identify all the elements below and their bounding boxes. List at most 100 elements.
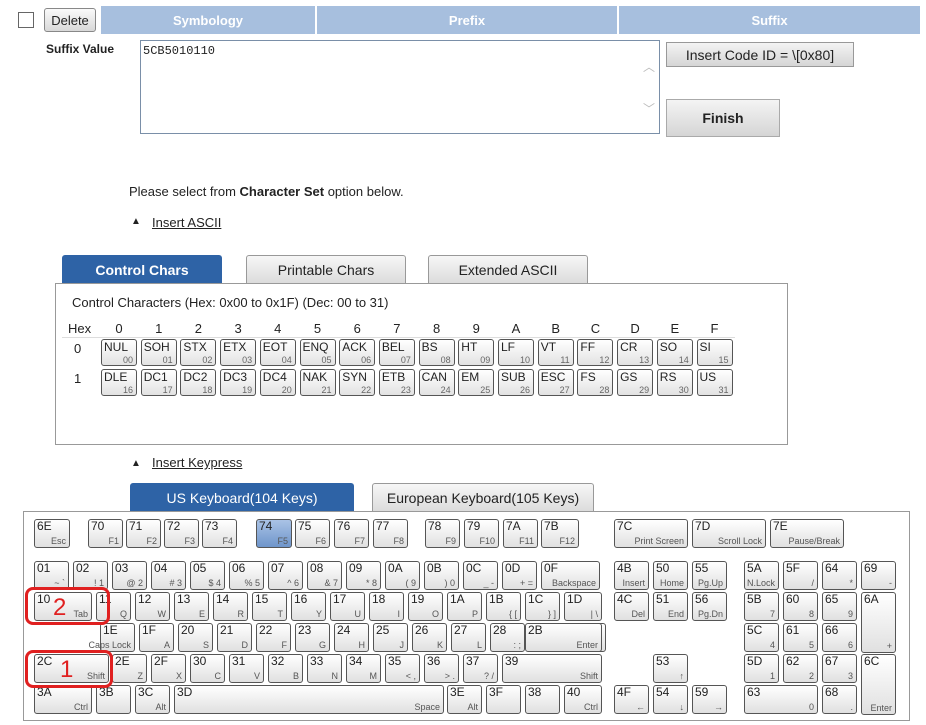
suffix-value-input[interactable]: 5CB5010110: [140, 40, 660, 134]
control-char-button[interactable]: VT 11: [537, 339, 574, 366]
control-char-button[interactable]: STX 02: [180, 339, 217, 366]
key-button[interactable]: 62 2: [783, 654, 818, 683]
key-button[interactable]: 16 Y: [291, 592, 326, 621]
key-button[interactable]: 63 0: [744, 685, 818, 714]
key-button[interactable]: 15 T: [252, 592, 287, 621]
key-button[interactable]: 0F Backspace: [541, 561, 600, 590]
key-button[interactable]: 3C Alt: [135, 685, 170, 714]
key-button[interactable]: 0D + =: [502, 561, 537, 590]
key-button[interactable]: 01 ~ `: [34, 561, 69, 590]
key-button[interactable]: 06% 5: [229, 561, 264, 590]
key-button[interactable]: 3B: [96, 685, 131, 714]
control-char-button[interactable]: FF 12: [577, 339, 614, 366]
key-button[interactable]: 2E Z: [112, 654, 147, 683]
control-char-button[interactable]: SOH 01: [140, 339, 177, 366]
tab-printable-chars[interactable]: Printable Chars: [246, 255, 406, 283]
key-button[interactable]: 5D 1: [744, 654, 779, 683]
key-button[interactable]: 30 C: [190, 654, 225, 683]
key-button[interactable]: 79 F10: [464, 519, 499, 548]
key-button[interactable]: 12 W: [135, 592, 170, 621]
control-char-button[interactable]: BS 08: [418, 339, 455, 366]
key-button[interactable]: 40 Ctrl: [564, 685, 602, 714]
control-char-button[interactable]: CAN 24: [418, 369, 455, 396]
control-char-button[interactable]: LF 10: [498, 339, 534, 366]
control-char-button[interactable]: ETB 23: [378, 369, 415, 396]
key-button[interactable]: 34 M: [346, 654, 381, 683]
key-button[interactable]: 08 & 7: [307, 561, 342, 590]
key-button[interactable]: 5F /: [783, 561, 818, 590]
key-button[interactable]: 75 F6: [295, 519, 330, 548]
scroll-up-icon[interactable]: ︿: [642, 58, 656, 74]
key-button[interactable]: 13 E: [174, 592, 209, 621]
column-prefix[interactable]: Prefix: [317, 6, 617, 34]
key-button[interactable]: 6A +: [861, 592, 896, 653]
key-button[interactable]: 0A( 9: [385, 561, 420, 590]
key-button[interactable]: 20 S: [178, 623, 213, 652]
key-button[interactable]: 1B { [: [486, 592, 521, 621]
key-button[interactable]: 7C Print Screen: [614, 519, 688, 548]
control-char-button[interactable]: EOT 04: [259, 339, 296, 366]
key-button[interactable]: 1E Caps Lock: [88, 623, 135, 652]
key-button[interactable]: 69 -: [861, 561, 896, 590]
key-button[interactable]: 59 →: [692, 685, 727, 714]
key-button[interactable]: 5C 4: [744, 623, 779, 652]
control-char-button[interactable]: FS 28: [577, 369, 614, 396]
control-char-button[interactable]: NUL 00: [101, 339, 137, 366]
key-button[interactable]: 51 End: [653, 592, 688, 621]
key-button[interactable]: 3E Alt: [447, 685, 482, 714]
key-button[interactable]: 3F: [486, 685, 521, 714]
key-button[interactable]: 39 Shift: [502, 654, 602, 683]
key-button[interactable]: 4F ←: [614, 685, 649, 714]
column-suffix[interactable]: Suffix: [619, 6, 920, 34]
collapse-triangle-icon[interactable]: ▲: [131, 216, 141, 227]
control-char-button[interactable]: DC3 19: [220, 369, 257, 396]
key-button[interactable]: 70 F1: [88, 519, 123, 548]
key-button[interactable]: 02! 1: [73, 561, 108, 590]
key-button[interactable]: 1A P: [447, 592, 482, 621]
key-button[interactable]: 24 H: [334, 623, 369, 652]
control-char-button[interactable]: SO 14: [656, 339, 693, 366]
control-char-button[interactable]: ETX 03: [220, 339, 257, 366]
key-button[interactable]: 04 # 3: [151, 561, 186, 590]
control-char-button[interactable]: EM 25: [458, 369, 495, 396]
control-char-button[interactable]: HT 09: [458, 339, 495, 366]
key-button[interactable]: 71 F2: [126, 519, 161, 548]
key-button[interactable]: 38: [525, 685, 560, 714]
control-char-button[interactable]: DC2 18: [180, 369, 217, 396]
key-button[interactable]: 2B Enter: [525, 623, 602, 652]
key-button[interactable]: 18 I: [369, 592, 404, 621]
control-char-button[interactable]: DC4 20: [259, 369, 296, 396]
key-button[interactable]: 50 Home: [653, 561, 688, 590]
key-button[interactable]: 1D | \: [564, 592, 602, 621]
key-button[interactable]: 14 R: [213, 592, 248, 621]
control-char-button[interactable]: ACK 06: [339, 339, 376, 366]
delete-button[interactable]: Delete: [44, 8, 96, 32]
key-button[interactable]: 0C _ -: [463, 561, 498, 590]
key-button[interactable]: 05 $ 4: [190, 561, 225, 590]
key-button[interactable]: 31 V: [229, 654, 264, 683]
control-char-button[interactable]: BEL 07: [378, 339, 415, 366]
key-button[interactable]: 54 ↓: [653, 685, 688, 714]
key-button[interactable]: 7A F11: [503, 519, 538, 548]
key-button[interactable]: 07 ^ 6: [268, 561, 303, 590]
key-button[interactable]: 27 L: [451, 623, 486, 652]
key-button[interactable]: 76 F7: [334, 519, 369, 548]
key-button[interactable]: 74 F5: [256, 519, 292, 548]
tab-us-keyboard[interactable]: US Keyboard(104 Keys): [130, 483, 354, 511]
key-button[interactable]: 4C Del: [614, 592, 649, 621]
tab-control-chars[interactable]: Control Chars: [62, 255, 222, 283]
control-char-button[interactable]: CR 13: [617, 339, 654, 366]
key-button[interactable]: 7B F12: [541, 519, 579, 548]
key-button[interactable]: 60 8: [783, 592, 818, 621]
key-button[interactable]: 73 F4: [202, 519, 237, 548]
key-button[interactable]: 33 N: [307, 654, 342, 683]
key-button[interactable]: 5A N.Lock: [744, 561, 779, 590]
tab-extended-ascii[interactable]: Extended ASCII: [428, 255, 588, 283]
column-symbology[interactable]: Symbology: [101, 6, 315, 34]
control-char-button[interactable]: SUB 26: [498, 369, 534, 396]
key-button[interactable]: 6E Esc: [34, 519, 70, 548]
control-char-button[interactable]: ENQ 05: [299, 339, 336, 366]
key-button[interactable]: 28: ;: [490, 623, 525, 652]
control-char-button[interactable]: ESC 27: [537, 369, 574, 396]
key-button[interactable]: 22 F: [256, 623, 291, 652]
